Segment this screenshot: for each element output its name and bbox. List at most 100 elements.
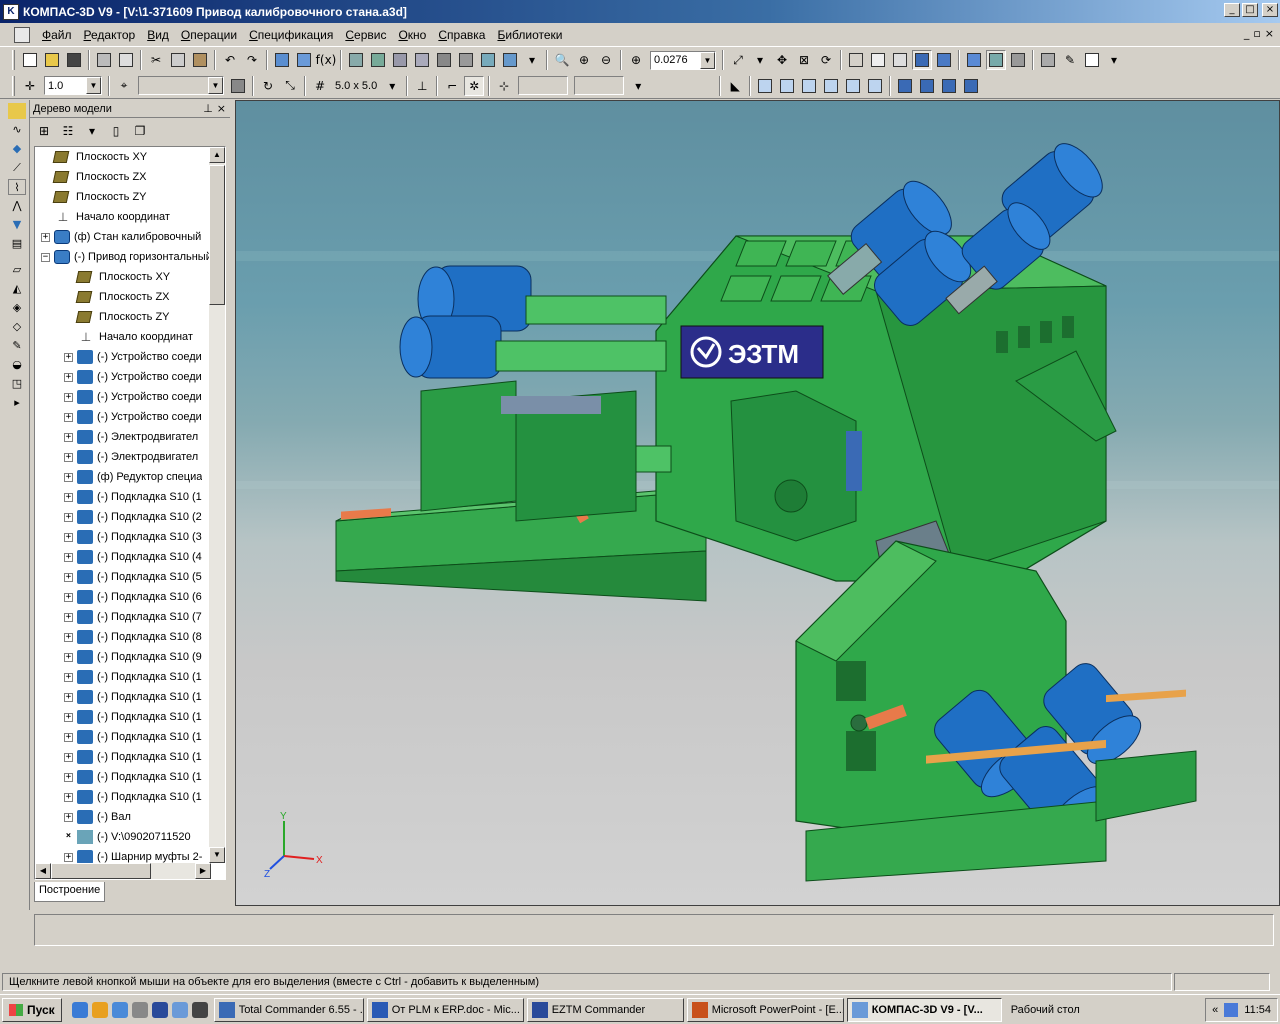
loft-tool-icon[interactable]: ◇ xyxy=(8,319,26,335)
view-top-icon[interactable] xyxy=(843,76,863,96)
surfaces-icon[interactable]: ◆ xyxy=(8,141,26,157)
ortho-icon[interactable]: ↻ xyxy=(258,76,278,96)
view-iso1-icon[interactable] xyxy=(895,76,915,96)
orientation-icon[interactable]: ⤢ xyxy=(728,50,748,70)
tree-item[interactable]: Плоскость XY xyxy=(35,147,211,167)
view-left-icon[interactable] xyxy=(799,76,819,96)
doc-minimize-button[interactable]: _ xyxy=(1244,27,1250,40)
rotate-tool-icon[interactable]: ◈ xyxy=(8,300,26,316)
tree-item[interactable]: + (-) Устройство соеди xyxy=(35,367,211,387)
minimize-button[interactable]: _ xyxy=(1224,3,1240,17)
scroll-up-icon[interactable]: ▲ xyxy=(209,147,225,163)
thin-lines-icon[interactable] xyxy=(890,50,910,70)
tree-item[interactable]: × (-) V:\09020711520 xyxy=(35,827,211,847)
eztm-icon[interactable] xyxy=(151,1001,168,1018)
task-total-commander[interactable]: Total Commander 6.55 - ... xyxy=(213,997,364,1022)
scroll-left-icon[interactable]: ◀ xyxy=(35,863,51,879)
line-width-combo[interactable]: 1.0 ▼ xyxy=(44,76,102,95)
expand-icon[interactable]: + xyxy=(64,652,73,662)
more-tools-icon[interactable]: ▸ xyxy=(8,395,26,411)
cut-icon[interactable]: ✂ xyxy=(146,50,166,70)
tree-item[interactable]: + (-) Подкладка S10 (1 xyxy=(35,707,211,727)
tree-item[interactable]: + (-) Устройство соеди xyxy=(35,387,211,407)
shaded-edges-icon[interactable] xyxy=(934,50,954,70)
hide-icon[interactable] xyxy=(434,50,454,70)
show-icon[interactable] xyxy=(456,50,476,70)
expand-icon[interactable]: + xyxy=(64,572,73,582)
tree-item[interactable]: + (-) Подкладка S10 (1 xyxy=(35,767,211,787)
layer-combo[interactable]: ▼ xyxy=(138,76,224,95)
expand-icon[interactable]: + xyxy=(64,492,73,502)
menu-specification[interactable]: Спецификация xyxy=(243,24,339,46)
scroll-down-icon[interactable]: ▼ xyxy=(209,847,225,863)
spec-tool-icon[interactable]: ▤ xyxy=(8,236,26,252)
open-folder-icon[interactable] xyxy=(42,50,62,70)
tree-item[interactable]: + (-) Подкладка S10 (9 xyxy=(35,647,211,667)
menu-operations[interactable]: Операции xyxy=(175,24,243,46)
tree-close-icon[interactable]: × xyxy=(217,102,226,115)
measure-tool-icon[interactable]: ⋀ xyxy=(8,198,26,214)
expand-icon[interactable]: + xyxy=(64,452,73,462)
maximize-button[interactable]: □ xyxy=(1242,3,1258,17)
doc-restore-button[interactable]: ▫ xyxy=(1253,27,1260,40)
edit-part-icon[interactable] xyxy=(8,103,26,119)
view-bottom-icon[interactable] xyxy=(865,76,885,96)
paperclip-icon[interactable]: ⌇ xyxy=(8,179,26,195)
style-icon[interactable] xyxy=(228,76,248,96)
assembly-icon[interactable] xyxy=(368,50,388,70)
properties-icon[interactable] xyxy=(1038,50,1058,70)
library-icon[interactable] xyxy=(294,50,314,70)
tree-item[interactable]: Плоскость ZX xyxy=(35,287,211,307)
tree-structure-icon[interactable]: ⊞ xyxy=(35,121,53,141)
tree-item[interactable]: − (-) Привод горизонтальный xyxy=(35,247,211,267)
tree-item[interactable]: Плоскость ZY xyxy=(35,307,211,327)
zoom-in-icon[interactable]: 🔍 xyxy=(552,50,572,70)
shaded-icon[interactable] xyxy=(912,50,932,70)
menu-view[interactable]: Вид xyxy=(141,24,175,46)
view-front-icon[interactable] xyxy=(755,76,775,96)
expand-icon[interactable]: + xyxy=(64,852,73,862)
copy-icon[interactable] xyxy=(168,50,188,70)
expand-icon[interactable]: + xyxy=(64,752,73,762)
expand-icon[interactable]: + xyxy=(64,532,73,542)
manager-icon[interactable] xyxy=(272,50,292,70)
task-eztm-commander[interactable]: EZTM Commander xyxy=(526,997,684,1022)
doc-close-button[interactable]: × xyxy=(1265,27,1274,40)
tree-item[interactable]: + (-) Устройство соеди xyxy=(35,347,211,367)
tree-item[interactable]: + (-) Подкладка S10 (1 xyxy=(35,667,211,687)
excluded-icon[interactable]: × xyxy=(64,831,73,842)
toolbar-grip[interactable] xyxy=(12,50,15,70)
h-scroll-thumb[interactable] xyxy=(51,863,151,879)
panel-icon[interactable] xyxy=(1082,50,1102,70)
expand-icon[interactable]: + xyxy=(64,612,73,622)
tree-item[interactable]: + (-) Подкладка S10 (5 xyxy=(35,567,211,587)
expand-icon[interactable]: + xyxy=(64,772,73,782)
toolbar-grip[interactable] xyxy=(12,75,15,96)
tree-item[interactable]: + (-) Подкладка S10 (1 xyxy=(35,727,211,747)
coords-dropdown-icon[interactable]: ▾ xyxy=(628,76,648,96)
filter-tool-icon[interactable]: ▼ xyxy=(8,217,26,233)
expand-icon[interactable]: + xyxy=(64,432,73,442)
close-button[interactable]: × xyxy=(1262,3,1278,17)
menu-file[interactable]: Файл xyxy=(36,24,78,46)
chevron-down-icon[interactable]: ▼ xyxy=(86,77,101,94)
scroll-right-icon[interactable]: ▶ xyxy=(195,863,211,879)
expand-icon[interactable]: + xyxy=(64,352,73,362)
expand-icon[interactable]: + xyxy=(64,592,73,602)
zoom-fit-icon[interactable]: ⊠ xyxy=(794,50,814,70)
component-icon[interactable] xyxy=(390,50,410,70)
edit-icon[interactable]: ✎ xyxy=(1060,50,1080,70)
layer-icon[interactable]: ⌖ xyxy=(114,76,134,96)
expand-icon[interactable]: + xyxy=(64,412,73,422)
explorer-icon[interactable] xyxy=(111,1001,128,1018)
shell-tool-icon[interactable]: ◳ xyxy=(8,376,26,392)
model-viewport[interactable]: ЭЗТМ Y X Z xyxy=(235,100,1280,906)
view-right-icon[interactable] xyxy=(821,76,841,96)
tree-item[interactable]: Плоскость XY xyxy=(35,267,211,287)
tree-vertical-scrollbar[interactable]: ▲ ▼ xyxy=(209,147,225,863)
print-preview-icon[interactable] xyxy=(116,50,136,70)
menu-libraries[interactable]: Библиотеки xyxy=(491,24,568,46)
expand-icon[interactable]: + xyxy=(64,712,73,722)
coords-icon[interactable]: ⊹ xyxy=(494,76,514,96)
network-icon[interactable] xyxy=(1224,1002,1239,1017)
